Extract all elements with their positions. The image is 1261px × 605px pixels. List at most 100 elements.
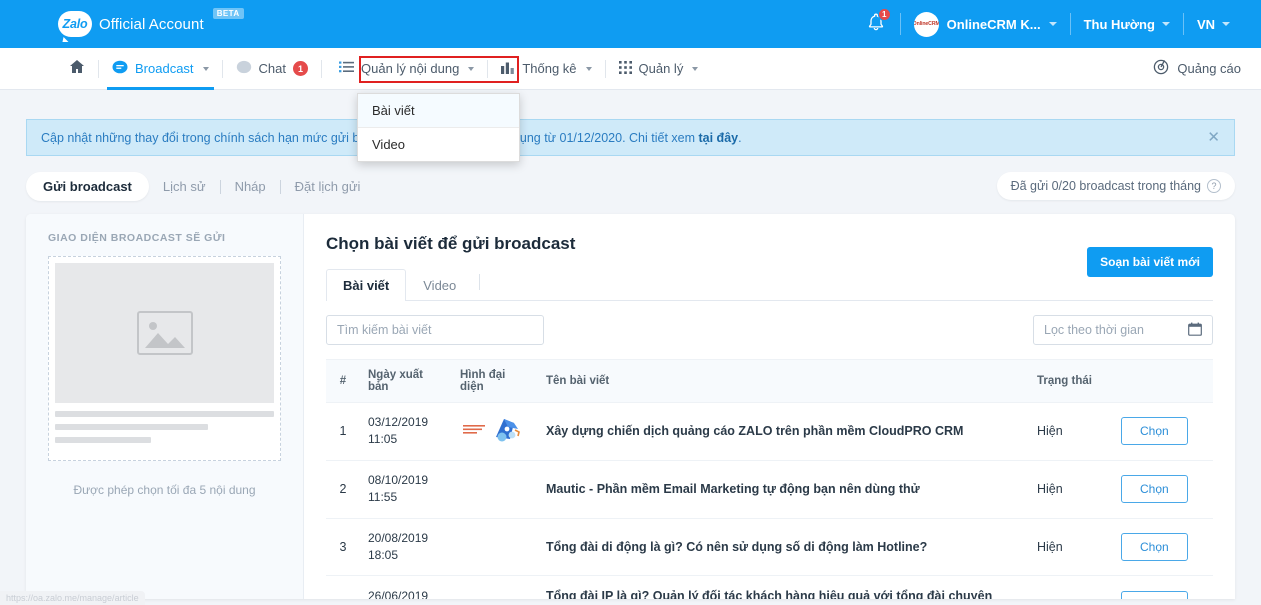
row-action: Chọn xyxy=(1113,402,1213,461)
row-date: 20/08/2019 18:05 xyxy=(360,518,452,577)
row-status: Hiện xyxy=(1029,575,1113,599)
row-thumbnail xyxy=(452,575,538,599)
nav-right: Quảng cáo xyxy=(1153,48,1241,89)
row-thumbnail xyxy=(452,518,538,577)
zalo-logo-icon: Zalo xyxy=(58,11,92,37)
nav-item-statistics[interactable]: Thống kê xyxy=(488,48,604,89)
chat-unread-badge: 1 xyxy=(293,61,309,76)
nav-label: Chat xyxy=(258,61,287,76)
nav-item-content-management[interactable]: Quản lý nội dung xyxy=(326,48,487,89)
row-time-value: 11:55 xyxy=(368,490,398,505)
table-row[interactable]: 1 03/12/2019 11:05 Xây dựng chiến dịch q… xyxy=(326,402,1213,461)
chevron-down-icon xyxy=(585,66,592,71)
row-title[interactable]: Xây dựng chiến dịch quảng cáo ZALO trên … xyxy=(538,402,1029,461)
preview-pane-note: Được phép chọn tối đa 5 nội dung xyxy=(73,483,256,497)
nav-label: Thống kê xyxy=(522,61,577,76)
bell-icon: 1 xyxy=(868,7,891,31)
banner-text-after: . xyxy=(738,130,742,145)
table-row[interactable]: 4 26/06/2019 08:47 Tổng đài IP là gì? Qu… xyxy=(326,575,1213,599)
table-head: # Ngày xuất bản Hình đại diện Tên bài vi… xyxy=(326,359,1213,403)
chevron-down-icon xyxy=(1048,22,1057,26)
nav-label: Broadcast xyxy=(135,61,194,76)
divider xyxy=(479,274,481,290)
row-thumbnail xyxy=(452,460,538,519)
row-index: 3 xyxy=(326,518,360,577)
select-article-button[interactable]: Chọn xyxy=(1121,417,1188,446)
tab-videos[interactable]: Video xyxy=(406,269,473,301)
calendar-icon xyxy=(1188,322,1202,339)
article-thumbnail xyxy=(460,418,524,448)
dropdown-item-articles[interactable]: Bài viết xyxy=(358,94,519,127)
account-switcher[interactable]: OnlineCRM OnlineCRM K... xyxy=(901,11,1070,37)
row-date: 03/12/2019 11:05 xyxy=(360,402,452,461)
close-icon[interactable]: ✕ xyxy=(1207,130,1220,145)
subtab-send-broadcast[interactable]: Gửi broadcast xyxy=(26,172,149,201)
row-date-value: 26/06/2019 xyxy=(368,589,429,599)
nav-item-management[interactable]: Quản lý xyxy=(606,48,712,89)
row-index: 2 xyxy=(326,460,360,519)
grid-icon xyxy=(618,60,632,77)
banner-link[interactable]: tại đây xyxy=(699,131,739,145)
preview-placeholder xyxy=(48,256,281,461)
chevron-down-icon xyxy=(202,66,209,71)
select-article-button[interactable]: Chọn xyxy=(1121,532,1188,561)
user-name: Thu Hường xyxy=(1083,16,1155,32)
home-icon xyxy=(69,59,85,78)
chat-bubble-icon xyxy=(236,60,252,78)
nav-item-broadcast[interactable]: Broadcast xyxy=(99,48,222,90)
row-title[interactable]: Tổng đài di động là gì? Có nên sử dụng s… xyxy=(538,518,1029,577)
table-row[interactable]: 3 20/08/2019 18:05 Tổng đài di động là g… xyxy=(326,518,1213,577)
quota-text: Đã gửi 0/20 broadcast trong tháng xyxy=(1010,179,1201,193)
dropdown-item-video[interactable]: Video xyxy=(358,128,519,161)
broadcast-quota-badge[interactable]: Đã gửi 0/20 broadcast trong tháng ? xyxy=(996,172,1235,200)
image-placeholder-icon xyxy=(55,263,274,403)
tab-articles[interactable]: Bài viết xyxy=(326,269,407,301)
nav-home[interactable] xyxy=(56,48,98,89)
language-menu[interactable]: VN xyxy=(1184,17,1243,32)
row-index: 1 xyxy=(326,402,360,461)
content-management-dropdown: Bài viết Video xyxy=(357,93,520,162)
language-label: VN xyxy=(1196,16,1215,32)
subtab-schedule[interactable]: Đặt lịch gửi xyxy=(281,179,375,194)
brand[interactable]: Zalo Official Account BETA xyxy=(58,8,244,37)
select-article-button[interactable]: Chọn xyxy=(1121,475,1188,504)
zalo-logo-text: Zalo xyxy=(62,17,88,31)
row-title[interactable]: Mautic - Phần mềm Email Marketing tự độn… xyxy=(538,460,1029,519)
bar-chart-icon xyxy=(501,61,515,77)
date-filter-placeholder: Lọc theo thời gian xyxy=(1044,323,1144,337)
avatar: OnlineCRM xyxy=(913,11,939,37)
nav-item-chat[interactable]: Chat 1 xyxy=(223,48,321,89)
search-placeholder: Tìm kiếm bài viết xyxy=(337,323,432,337)
preview-text-lines xyxy=(55,403,274,454)
left-gutter xyxy=(0,90,26,605)
col-thumbnail: Hình đại diện xyxy=(452,359,538,403)
subtab-draft[interactable]: Nháp xyxy=(221,179,280,194)
nav-label: Quản lý xyxy=(638,61,684,76)
nav-label: Quản lý nội dung xyxy=(361,61,460,76)
preview-pane-title: GIAO DIỆN BROADCAST SẼ GỬI xyxy=(48,232,226,244)
date-filter-input[interactable]: Lọc theo thời gian xyxy=(1033,315,1213,345)
top-bar-right: 1 OnlineCRM OnlineCRM K... Thu Hường VN xyxy=(852,0,1243,48)
search-input[interactable]: Tìm kiếm bài viết xyxy=(326,315,544,345)
chevron-down-icon xyxy=(1222,22,1230,26)
row-time-value: 18:05 xyxy=(368,547,399,562)
question-mark-icon[interactable]: ? xyxy=(1207,179,1221,193)
main-nav: Broadcast Chat 1 Quản lý nội dung Thống … xyxy=(0,48,1261,90)
row-title[interactable]: Tổng đài IP là gì? Quản lý đối tác khách… xyxy=(538,575,1029,599)
table-header-row: # Ngày xuất bản Hình đại diện Tên bài vi… xyxy=(326,359,1213,403)
user-menu[interactable]: Thu Hường xyxy=(1071,17,1183,32)
select-article-button[interactable]: Chọn xyxy=(1121,591,1188,599)
row-thumbnail xyxy=(452,402,538,461)
notification-badge: 1 xyxy=(877,7,891,21)
broadcast-subtabs: Gửi broadcast Lịch sử Nháp Đặt lịch gửi xyxy=(26,172,374,201)
compose-new-article-button[interactable]: Soạn bài viết mới xyxy=(1087,247,1213,277)
beta-badge: BETA xyxy=(212,8,244,19)
table-row[interactable]: 2 08/10/2019 11:55 Mautic - Phần mềm Ema… xyxy=(326,460,1213,519)
row-action: Chọn xyxy=(1113,460,1213,519)
notifications-button[interactable]: 1 xyxy=(852,7,900,36)
chevron-down-icon xyxy=(692,66,699,71)
nav-item-ads[interactable]: Quảng cáo xyxy=(1153,59,1241,78)
row-date-value: 08/10/2019 xyxy=(368,472,429,487)
row-status: Hiện xyxy=(1029,460,1113,519)
subtab-history[interactable]: Lịch sử xyxy=(149,179,220,194)
